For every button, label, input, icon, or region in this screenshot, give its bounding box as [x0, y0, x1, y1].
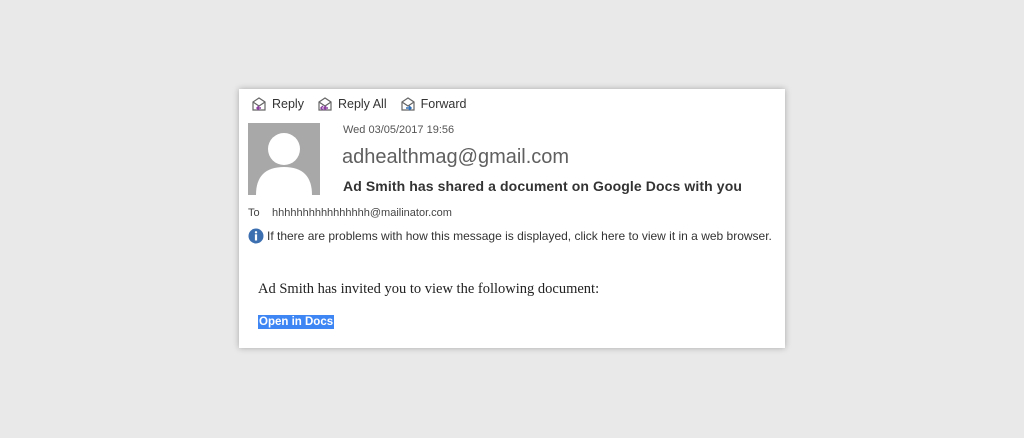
to-label: To [248, 207, 260, 219]
forward-button[interactable]: Forward [399, 96, 467, 112]
recipient-row: To hhhhhhhhhhhhhhhh@mailinator.com [248, 207, 452, 219]
reply-all-label: Reply All [337, 97, 387, 111]
sender-address[interactable]: adhealthmag@gmail.com [342, 146, 569, 169]
message-subject: Ad Smith has shared a document on Google… [343, 178, 742, 194]
forward-label: Forward [420, 97, 467, 111]
open-in-docs-link[interactable]: Open in Docs [258, 315, 335, 329]
info-text: If there are problems with how this mess… [267, 229, 772, 243]
forward-icon [401, 97, 415, 111]
recipient-address[interactable]: hhhhhhhhhhhhhhhh@mailinator.com [272, 207, 452, 219]
message-toolbar: Reply Reply All Forward [250, 94, 478, 114]
sender-avatar [248, 123, 320, 195]
reply-button[interactable]: Reply [250, 96, 304, 112]
info-icon [248, 228, 264, 244]
person-avatar-icon [256, 133, 312, 195]
message-body-text: Ad Smith has invited you to view the fol… [258, 281, 600, 297]
reply-label: Reply [272, 97, 304, 111]
message-pane: Reply Reply All Forward Wed 03/05/2017 1… [239, 89, 785, 348]
reply-icon [252, 97, 266, 111]
info-bar[interactable]: If there are problems with how this mess… [248, 228, 772, 244]
reply-all-button[interactable]: Reply All [316, 96, 387, 112]
reply-all-icon [318, 97, 332, 111]
message-date: Wed 03/05/2017 19:56 [343, 124, 455, 136]
